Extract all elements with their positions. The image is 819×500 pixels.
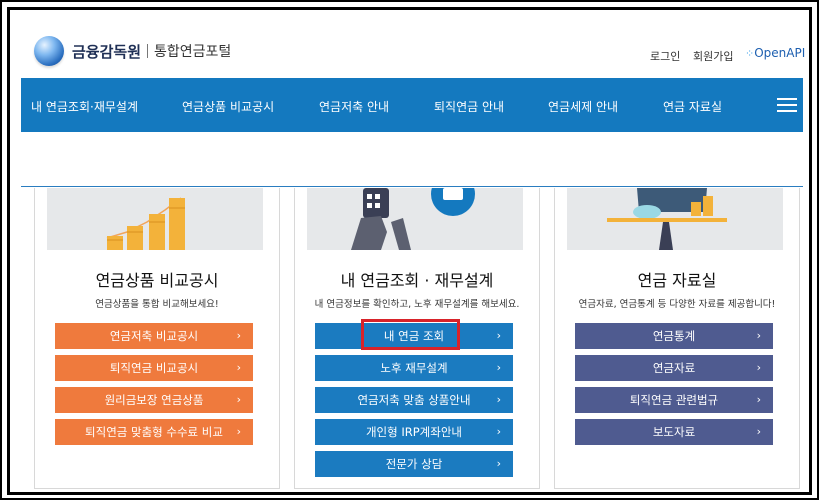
button-label: 개인형 IRP계좌안내: [365, 425, 463, 439]
chevron-right-icon: ›: [236, 329, 241, 342]
button-label: 퇴직연금 맞춤형 수수료 비교: [85, 425, 223, 439]
join-link[interactable]: 회원가입: [693, 48, 733, 64]
pension-materials-button[interactable]: 연금자료 ›: [575, 355, 773, 381]
button-label: 연금저축 맞춤 상품안내: [357, 393, 471, 407]
content-top-border: [21, 186, 803, 187]
site-logo[interactable]: 금융감독원 통합연금포털: [34, 36, 231, 66]
irp-account-guide-button[interactable]: 개인형 IRP계좌안내 ›: [315, 419, 513, 445]
card-archive: 연금 자료실 연금자료, 연금통계 등 다양한 자료를 제공합니다! 연금통계 ›…: [554, 188, 800, 489]
chevron-right-icon: ›: [756, 329, 761, 342]
chevron-right-icon: ›: [496, 329, 501, 342]
login-link[interactable]: 로그인: [650, 48, 680, 64]
main-nav: 내 연금조회·재무설계 연금상품 비교공시 연금저축 안내 퇴직연금 안내 연금…: [21, 78, 803, 132]
chevron-right-icon: ›: [236, 393, 241, 406]
card-title: 연금 자료실: [637, 271, 717, 290]
button-label: 전문가 상담: [385, 457, 443, 471]
calculator-illustration: [307, 188, 523, 250]
chevron-right-icon: ›: [756, 361, 761, 374]
fss-logo-icon: [34, 36, 64, 66]
card-title: 내 연금조회 · 재무설계: [340, 271, 494, 290]
nav-item-retirement-guide[interactable]: 퇴직연금 안내: [434, 98, 504, 115]
chevron-right-icon: ›: [496, 457, 501, 470]
button-label: 연금자료: [652, 361, 696, 375]
card-title: 연금상품 비교공시: [95, 271, 219, 290]
openapi-icon: ⁘: [745, 47, 755, 60]
nav-item-my-pension[interactable]: 내 연금조회·재무설계: [31, 98, 138, 115]
nav-item-tax-guide[interactable]: 연금세제 안내: [548, 98, 618, 115]
button-label: 연금통계: [652, 329, 696, 343]
card-my-pension: 내 연금조회 · 재무설계 내 연금정보를 확인하고, 노후 재무설계를 해보세…: [294, 188, 540, 489]
guaranteed-products-button[interactable]: 원리금보장 연금상품 ›: [55, 387, 253, 413]
retirement-law-button[interactable]: 퇴직연금 관련법규 ›: [575, 387, 773, 413]
chevron-right-icon: ›: [756, 393, 761, 406]
logo-divider: [147, 44, 149, 58]
pension-statistics-button[interactable]: 연금통계 ›: [575, 323, 773, 349]
fee-compare-button[interactable]: 퇴직연금 맞춤형 수수료 비교 ›: [55, 419, 253, 445]
savings-product-guide-button[interactable]: 연금저축 맞춤 상품안내 ›: [315, 387, 513, 413]
retirement-compare-button[interactable]: 퇴직연금 비교공시 ›: [55, 355, 253, 381]
logo-portal-name: 통합연금포털: [154, 44, 232, 60]
button-label: 퇴직연금 비교공시: [109, 361, 199, 375]
money-bag-illustration: [567, 188, 783, 250]
button-label: 연금저축 비교공시: [109, 329, 199, 343]
nav-item-archive[interactable]: 연금 자료실: [663, 98, 722, 115]
card-product-compare: 연금상품 비교공시 연금상품을 통합 비교해보세요! 연금저축 비교공시 › 퇴직…: [34, 188, 280, 489]
card-description: 연금자료, 연금통계 등 다양한 자료를 제공합니다!: [578, 299, 776, 310]
highlight-box: [361, 319, 460, 350]
press-release-button[interactable]: 보도자료 ›: [575, 419, 773, 445]
card-description: 연금상품을 통합 비교해보세요!: [95, 299, 219, 310]
savings-compare-button[interactable]: 연금저축 비교공시 ›: [55, 323, 253, 349]
button-label: 원리금보장 연금상품: [104, 393, 204, 407]
button-label: 노후 재무설계: [380, 361, 448, 375]
chevron-right-icon: ›: [496, 361, 501, 374]
openapi-label: OpenAPI: [754, 46, 806, 60]
menu-icon[interactable]: [777, 98, 797, 112]
logo-org-name: 금융감독원: [72, 42, 142, 61]
card-description: 내 연금정보를 확인하고, 노후 재무설계를 해보세요.: [314, 299, 520, 310]
expert-consult-button[interactable]: 전문가 상담 ›: [315, 451, 513, 477]
nav-item-product-compare[interactable]: 연금상품 비교공시: [182, 98, 274, 115]
retirement-planning-button[interactable]: 노후 재무설계 ›: [315, 355, 513, 381]
chevron-right-icon: ›: [236, 361, 241, 374]
coins-chart-illustration: [47, 188, 263, 250]
button-label: 퇴직연금 관련법규: [629, 393, 719, 407]
nav-item-savings-guide[interactable]: 연금저축 안내: [319, 98, 389, 115]
chevron-right-icon: ›: [496, 425, 501, 438]
screenshot-inner-frame: 금융감독원 통합연금포털 로그인 회원가입 ⁘OpenAPI 내 연금조회·재무…: [7, 7, 812, 495]
openapi-link[interactable]: ⁘OpenAPI: [745, 46, 805, 60]
chevron-right-icon: ›: [236, 425, 241, 438]
chevron-right-icon: ›: [496, 393, 501, 406]
chevron-right-icon: ›: [756, 425, 761, 438]
button-label: 보도자료: [652, 425, 696, 439]
